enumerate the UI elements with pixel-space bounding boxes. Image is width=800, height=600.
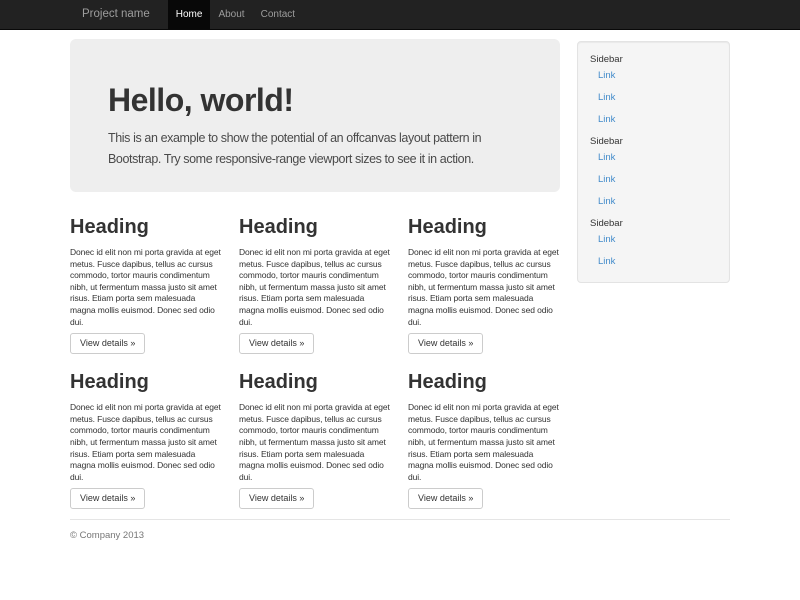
sidebar-group-2: Sidebar Link Link Link: [590, 136, 717, 208]
footer: © Company 2013: [70, 530, 730, 542]
nav-item-contact[interactable]: Contact: [253, 0, 303, 29]
main-container: Hello, world! This is an example to show…: [70, 30, 730, 542]
sidebar-link[interactable]: Link: [598, 234, 717, 246]
main-content: Hello, world! This is an example to show…: [70, 30, 577, 509]
sidebar-group-title: Sidebar: [590, 218, 717, 230]
sidebar-group-title: Sidebar: [590, 136, 717, 148]
sidebar-link[interactable]: Link: [598, 152, 717, 164]
navbar-brand[interactable]: Project name: [70, 0, 160, 29]
content-card: Heading Donec id elit non mi porta gravi…: [408, 354, 560, 509]
card-body-text: Donec id elit non mi porta gravida at eg…: [70, 402, 226, 483]
sidebar-link[interactable]: Link: [598, 256, 717, 268]
footer-divider: [70, 519, 730, 520]
view-details-button[interactable]: View details »: [239, 333, 314, 354]
card-heading: Heading: [408, 371, 560, 394]
card-body-text: Donec id elit non mi porta gravida at eg…: [408, 247, 560, 328]
sidebar-link[interactable]: Link: [598, 114, 717, 126]
page: Project name Home About Contact Hello, w…: [0, 0, 800, 600]
navbar-inner: Project name Home About Contact: [70, 0, 730, 29]
content-row: Hello, world! This is an example to show…: [70, 30, 730, 509]
jumbotron-title: Hello, world!: [108, 82, 522, 118]
sidebar-link[interactable]: Link: [598, 70, 717, 82]
card-body-text: Donec id elit non mi porta gravida at eg…: [239, 247, 395, 328]
card-body-text: Donec id elit non mi porta gravida at eg…: [239, 402, 395, 483]
navbar-menu: Home About Contact: [168, 0, 303, 29]
cards-row-1: Heading Donec id elit non mi porta gravi…: [70, 192, 560, 354]
view-details-button[interactable]: View details »: [408, 488, 483, 509]
card-heading: Heading: [239, 371, 395, 394]
navbar: Project name Home About Contact: [0, 0, 800, 30]
card-heading: Heading: [70, 371, 226, 394]
view-details-button[interactable]: View details »: [70, 488, 145, 509]
card-heading: Heading: [239, 216, 395, 239]
content-card: Heading Donec id elit non mi porta gravi…: [70, 192, 239, 354]
sidebar-group-1: Sidebar Link Link Link: [590, 54, 717, 126]
nav-item-home[interactable]: Home: [168, 0, 211, 29]
card-body-text: Donec id elit non mi porta gravida at eg…: [408, 402, 560, 483]
view-details-button[interactable]: View details »: [70, 333, 145, 354]
content-card: Heading Donec id elit non mi porta gravi…: [408, 192, 560, 354]
sidebar-link[interactable]: Link: [598, 196, 717, 208]
sidebar-link[interactable]: Link: [598, 174, 717, 186]
content-card: Heading Donec id elit non mi porta gravi…: [239, 354, 408, 509]
copyright-text: © Company 2013: [70, 530, 730, 542]
sidebar-link[interactable]: Link: [598, 92, 717, 104]
view-details-button[interactable]: View details »: [239, 488, 314, 509]
sidebar-column: Sidebar Link Link Link Sidebar Link Link…: [577, 30, 730, 283]
content-card: Heading Donec id elit non mi porta gravi…: [239, 192, 408, 354]
jumbotron: Hello, world! This is an example to show…: [70, 39, 560, 192]
card-heading: Heading: [70, 216, 226, 239]
sidebar-well: Sidebar Link Link Link Sidebar Link Link…: [577, 41, 730, 283]
jumbotron-description: This is an example to show the potential…: [108, 128, 522, 170]
view-details-button[interactable]: View details »: [408, 333, 483, 354]
content-card: Heading Donec id elit non mi porta gravi…: [70, 354, 239, 509]
nav-item-about[interactable]: About: [210, 0, 252, 29]
cards-row-2: Heading Donec id elit non mi porta gravi…: [70, 354, 560, 509]
sidebar-group-3: Sidebar Link Link: [590, 218, 717, 268]
card-body-text: Donec id elit non mi porta gravida at eg…: [70, 247, 226, 328]
card-heading: Heading: [408, 216, 560, 239]
sidebar-group-title: Sidebar: [590, 54, 717, 66]
